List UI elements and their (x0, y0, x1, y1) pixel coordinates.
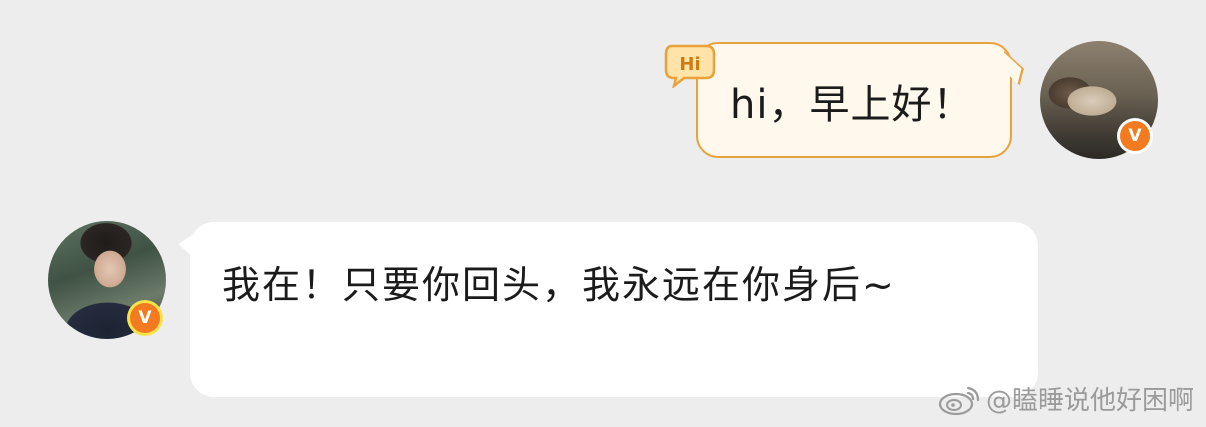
hi-sticker-icon: Hi (664, 44, 716, 88)
vip-badge-icon: V (130, 303, 160, 333)
message-text: hi，早上好！ (730, 82, 974, 128)
bubble-tail (1000, 50, 1024, 86)
sticker-label: Hi (679, 54, 700, 75)
vip-badge-icon: V (1120, 121, 1150, 151)
avatar-self[interactable]: V (1040, 41, 1158, 159)
message-text: 我在！只要你回头，我永远在你身后~ (222, 263, 896, 307)
bubble-tail (178, 234, 194, 258)
message-bubble-sent[interactable]: hi，早上好！ (696, 42, 1024, 158)
watermark-text: @瞌睡说他好困啊 (985, 386, 1194, 416)
avatar-contact[interactable]: V (48, 221, 166, 339)
watermark: @瞌睡说他好困啊 (938, 380, 1194, 417)
message-bubble-received[interactable]: 我在！只要你回头，我永远在你身后~ (178, 222, 1038, 397)
weibo-icon (938, 386, 980, 415)
